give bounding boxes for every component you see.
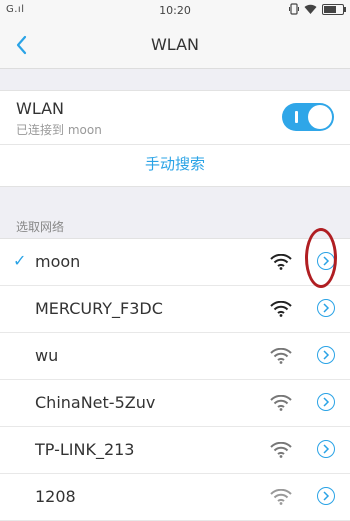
info-arrow-icon[interactable] bbox=[317, 299, 335, 317]
nav-bar: WLAN bbox=[0, 22, 350, 69]
info-arrow-icon[interactable] bbox=[317, 346, 335, 364]
wifi-icon bbox=[270, 441, 292, 462]
network-row[interactable]: ChinaNet-5Zuv bbox=[0, 380, 350, 427]
network-name: 1208 bbox=[35, 487, 76, 506]
wlan-toggle[interactable] bbox=[282, 103, 334, 131]
wlan-connection-status: 已连接到 moon bbox=[16, 123, 102, 137]
status-bar: G.ıl 10:20 bbox=[0, 0, 350, 22]
wifi-icon bbox=[270, 253, 292, 274]
network-row[interactable]: TP-LINK_213 bbox=[0, 427, 350, 474]
divider bbox=[0, 144, 350, 145]
wifi-status-icon bbox=[304, 4, 317, 14]
wifi-icon bbox=[270, 300, 292, 321]
info-arrow-icon[interactable] bbox=[317, 487, 335, 505]
network-name: moon bbox=[35, 252, 81, 271]
info-arrow-icon[interactable] bbox=[317, 393, 335, 411]
toggle-knob bbox=[308, 105, 332, 129]
status-icons bbox=[289, 3, 346, 15]
wifi-icon bbox=[270, 347, 292, 368]
network-row[interactable]: ✓ moon bbox=[0, 239, 350, 286]
vibrate-icon bbox=[289, 3, 299, 15]
network-row[interactable]: MERCURY_F3DC bbox=[0, 286, 350, 333]
toggle-on-mark bbox=[295, 111, 298, 123]
wifi-icon bbox=[270, 394, 292, 415]
page-title: WLAN bbox=[150, 35, 199, 54]
annotation-circle bbox=[305, 228, 337, 288]
networks-header: 选取网络 bbox=[16, 220, 65, 234]
network-row[interactable]: 1208 bbox=[0, 474, 350, 521]
network-name: MERCURY_F3DC bbox=[35, 299, 163, 318]
wlan-label: WLAN bbox=[16, 99, 65, 118]
network-name: wu bbox=[35, 346, 59, 365]
network-row[interactable]: wu bbox=[0, 333, 350, 380]
network-list: ✓ moon MERCURY_F3DC wu ChinaNet-5Zuv TP-… bbox=[0, 238, 350, 521]
wifi-icon bbox=[270, 488, 292, 509]
info-arrow-icon[interactable] bbox=[317, 440, 335, 458]
manual-search-button[interactable]: 手动搜索 bbox=[0, 153, 350, 174]
checkmark-icon: ✓ bbox=[13, 251, 27, 270]
battery-icon bbox=[322, 3, 346, 15]
network-name: TP-LINK_213 bbox=[35, 440, 135, 459]
network-name: ChinaNet-5Zuv bbox=[35, 393, 156, 412]
wlan-card: WLAN 已连接到 moon 手动搜索 bbox=[0, 90, 350, 187]
